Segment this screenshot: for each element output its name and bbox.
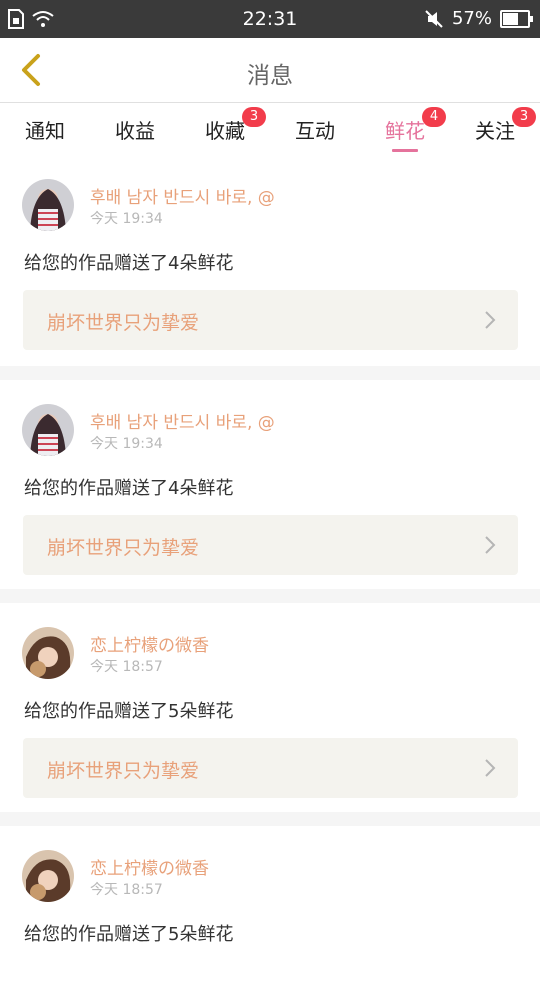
work-link[interactable]: 崩坏世界只为挚爱 [23,515,518,575]
avatar[interactable] [22,850,74,902]
list-item: 후배 남자 반드시 바로, @ 今天 19:34 给您的作品赠送了4朵鲜花 崩坏… [0,155,540,366]
tab-interactions[interactable]: 互动 [270,115,360,144]
page-title: 消息 [247,63,293,89]
work-link[interactable]: 崩坏世界只为挚爱 [23,290,518,350]
tab-label: 收藏 [205,119,245,143]
list-item: 恋上柠檬の微香 今天 18:57 给您的作品赠送了5朵鲜花 [0,826,540,986]
tab-label: 关注 [475,119,515,143]
gift-message: 给您的作品赠送了4朵鲜花 [24,253,234,274]
chevron-right-icon [485,759,496,777]
flower-feed: 후배 남자 반드시 바로, @ 今天 19:34 给您的作品赠送了4朵鲜花 崩坏… [0,155,540,986]
tab-favorites[interactable]: 收藏 3 [180,107,270,144]
tab-badge: 3 [512,107,536,127]
avatar[interactable] [22,627,74,679]
timestamp: 今天 18:57 [90,882,163,898]
timestamp: 今天 19:34 [90,436,163,452]
tab-notifications[interactable]: 通知 [0,115,90,144]
status-right: 57% [424,8,533,29]
tab-label: 收益 [115,119,155,143]
list-item: 恋上柠檬の微香 今天 18:57 给您的作品赠送了5朵鲜花 崩坏世界只为挚爱 [0,603,540,812]
gift-message: 给您的作品赠送了4朵鲜花 [24,478,234,499]
tab-label: 通知 [25,119,65,143]
tab-earnings[interactable]: 收益 [90,115,180,144]
tab-badge: 3 [242,107,266,127]
divider [0,812,540,826]
tab-follows[interactable]: 关注 3 [450,107,540,144]
divider [0,366,540,380]
battery-icon [500,9,533,28]
tab-label: 鲜花 [385,119,425,143]
gift-message: 给您的作品赠送了5朵鲜花 [24,924,234,945]
list-item: 후배 남자 반드시 바로, @ 今天 19:34 给您的作品赠送了4朵鲜花 崩坏… [0,380,540,589]
timestamp: 今天 19:34 [90,211,163,227]
gift-message: 给您的作品赠送了5朵鲜花 [24,701,234,722]
tab-badge: 4 [422,107,446,127]
work-link[interactable]: 崩坏世界只为挚爱 [23,738,518,798]
chevron-right-icon [485,311,496,329]
chevron-right-icon [485,536,496,554]
battery-fill [503,12,518,25]
active-tab-indicator [392,149,418,152]
avatar[interactable] [22,404,74,456]
sender-name[interactable]: 후배 남자 반드시 바로, @ [90,408,275,433]
battery-percent: 57% [451,8,492,29]
tab-label: 互动 [295,119,335,143]
divider [0,589,540,603]
sender-name[interactable]: 후배 남자 반드시 바로, @ [90,183,275,208]
avatar[interactable] [22,179,74,231]
sender-name[interactable]: 恋上柠檬の微香 [90,631,209,656]
sender-name[interactable]: 恋上柠檬の微香 [90,854,209,879]
status-bar: 22:31 57% [0,0,540,38]
work-title: 崩坏世界只为挚爱 [47,312,200,334]
tab-flowers[interactable]: 鲜花 4 [360,107,450,152]
work-title: 崩坏世界只为挚爱 [47,537,200,559]
mute-icon [425,9,443,28]
tab-bar: 通知 收益 收藏 3 互动 鲜花 4 关注 3 [0,103,540,155]
timestamp: 今天 18:57 [90,659,163,675]
work-title: 崩坏世界只为挚爱 [47,760,200,782]
nav-bar: 消息 [0,38,540,103]
